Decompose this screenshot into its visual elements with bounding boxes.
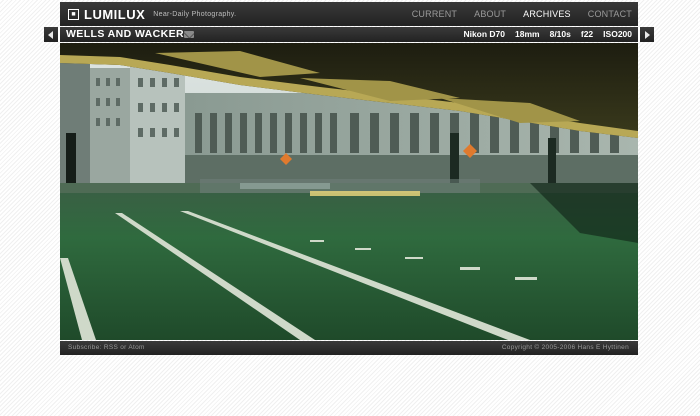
site-tagline: Near-Daily Photography. — [153, 10, 237, 18]
atom-link[interactable]: Atom — [128, 344, 144, 351]
site-header: ■ LUMILUX Near-Daily Photography. CURREN… — [60, 2, 638, 26]
square-logo-icon: ■ — [68, 8, 79, 20]
mail-icon[interactable] — [184, 31, 194, 38]
rss-link[interactable]: RSS — [104, 344, 118, 351]
nav-contact[interactable]: CONTACT — [588, 9, 632, 19]
exif-focal-length: 18mm — [515, 29, 540, 39]
nav-about[interactable]: ABOUT — [474, 9, 506, 19]
divider — [638, 27, 640, 42]
exif-camera: Nikon D70 — [463, 29, 506, 39]
photo-title: WELLS AND WACKER — [66, 28, 185, 40]
exif-aperture: f22 — [580, 29, 594, 39]
photo-title-bar: WELLS AND WACKER Nikon D70 18mm 8/10s f2… — [44, 27, 654, 42]
nav-current[interactable]: CURRENT — [412, 9, 457, 19]
arrow-left-icon[interactable] — [48, 31, 53, 39]
divider — [58, 27, 60, 42]
exif-info: Nikon D70 18mm 8/10s f22 ISO200 — [463, 29, 632, 40]
exif-shutter: 8/10s — [549, 29, 571, 39]
street-photo-image — [60, 43, 638, 340]
site-logo[interactable]: ■ LUMILUX Near-Daily Photography. — [68, 6, 237, 22]
main-nav: CURRENT ABOUT ARCHIVES CONTACT — [412, 9, 632, 19]
or-label: or — [120, 344, 127, 351]
subscribe-label: Subscribe: — [68, 344, 102, 351]
main-photo[interactable] — [60, 43, 638, 340]
exif-iso: ISO200 — [603, 29, 632, 39]
arrow-right-icon[interactable] — [645, 31, 650, 39]
site-footer: Subscribe: RSS or Atom Copyright © 2005-… — [60, 341, 638, 355]
logo-text: LUMILUX — [84, 6, 146, 22]
copyright-text: Copyright © 2005-2006 Hans E Hyttinen — [501, 344, 629, 351]
subscribe-links: Subscribe: RSS or Atom — [68, 344, 145, 351]
nav-archives[interactable]: ARCHIVES — [523, 9, 571, 19]
